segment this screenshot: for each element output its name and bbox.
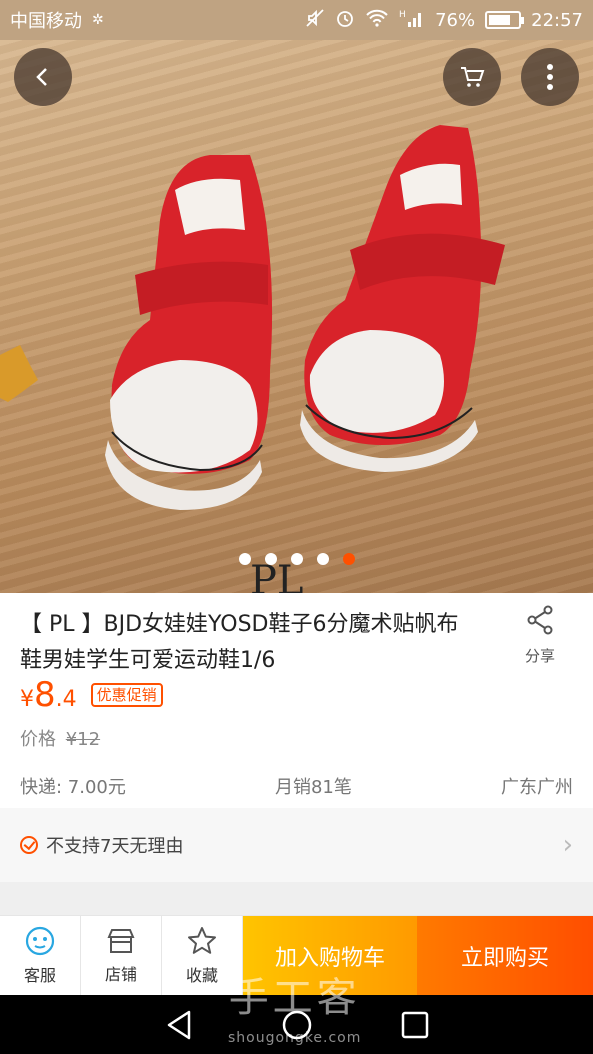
watermark-logo: 手工客: [228, 975, 361, 1021]
price-currency: ¥: [20, 687, 34, 712]
service-text: 不支持7天无理由: [46, 836, 184, 857]
customer-service-label: 客服: [23, 965, 56, 985]
product-info: 【 PL 】BJD女娃娃YOSD鞋子6分魔术贴帆布鞋男娃学生可爱运动鞋1/6 分…: [0, 593, 593, 808]
section-divider: [0, 882, 593, 915]
original-price-label: 价格: [20, 729, 56, 750]
carousel-dot[interactable]: [342, 553, 355, 565]
shipping-row: 快递: 7.00元 月销81笔 广东广州: [20, 773, 573, 799]
share-label: 分享: [524, 647, 555, 665]
buy-now-button[interactable]: 立即购买: [417, 916, 593, 995]
nav-recents-icon[interactable]: [401, 1011, 429, 1039]
nav-back-icon[interactable]: [164, 1009, 194, 1041]
check-circle-icon: [20, 836, 38, 854]
star-icon: [188, 926, 216, 954]
shipping-fee: 快递: 7.00元: [20, 777, 126, 798]
original-price-value: ¥12: [65, 729, 101, 750]
original-price: 价格 ¥12: [20, 725, 100, 751]
shop-button[interactable]: 店铺: [81, 916, 162, 995]
ship-from-location: 广东广州: [501, 777, 573, 798]
carousel-dot[interactable]: [290, 553, 303, 565]
battery-percent: 76%: [435, 9, 476, 31]
right-shoe: [300, 125, 505, 472]
carrier-name: 中国移动: [10, 11, 82, 32]
carousel-dot[interactable]: [316, 553, 329, 565]
chevron-left-icon: [36, 68, 47, 86]
watermark-url: shougongke.com: [228, 1030, 362, 1046]
share-icon: [527, 605, 553, 635]
status-bar: 中国移动 ✲ H 76% 22:57: [0, 0, 593, 40]
customer-service-button[interactable]: 客服: [0, 916, 81, 995]
share-button[interactable]: 分享: [520, 605, 560, 666]
shop-icon: [107, 928, 135, 953]
battery-icon: [485, 11, 525, 29]
left-shoe: [105, 155, 273, 510]
shop-label: 店铺: [104, 964, 137, 984]
mute-icon: [305, 8, 325, 33]
service-guarantee-row[interactable]: 不支持7天无理由 ›: [0, 808, 593, 882]
signal-icon: H: [399, 8, 425, 33]
more-vertical-icon: [547, 64, 553, 90]
cart-button[interactable]: [443, 48, 501, 106]
watermark: 手工客 shougongke.com: [228, 978, 361, 1054]
product-image-carousel[interactable]: PL: [0, 40, 593, 593]
alarm-icon: [335, 8, 355, 33]
carousel-dot[interactable]: [264, 553, 277, 565]
chevron-right-icon: ›: [562, 830, 573, 860]
price-decimal: .4: [55, 687, 77, 712]
battery-fill: [489, 15, 511, 25]
more-button[interactable]: [521, 48, 579, 106]
product-title: 【 PL 】BJD女娃娃YOSD鞋子6分魔术贴帆布鞋男娃学生可爱运动鞋1/6: [20, 612, 459, 673]
carousel-dot[interactable]: [238, 553, 251, 565]
back-button[interactable]: [14, 48, 72, 106]
promo-badge: 优惠促销: [90, 683, 163, 707]
wifi-icon: [365, 8, 389, 33]
monthly-sales: 月销81笔: [274, 777, 352, 798]
favorite-label: 收藏: [185, 965, 218, 985]
clock: 22:57: [531, 9, 583, 31]
cart-icon: [461, 67, 485, 87]
price-integer: 8: [34, 675, 56, 715]
carousel-indicator: [0, 553, 593, 565]
svg-text:H: H: [399, 10, 406, 20]
product-photo: [0, 125, 505, 510]
customer-service-icon: [25, 926, 55, 955]
price: ¥ 8 .4 优惠促销: [20, 675, 163, 715]
notification-icon: ✲: [92, 12, 104, 28]
